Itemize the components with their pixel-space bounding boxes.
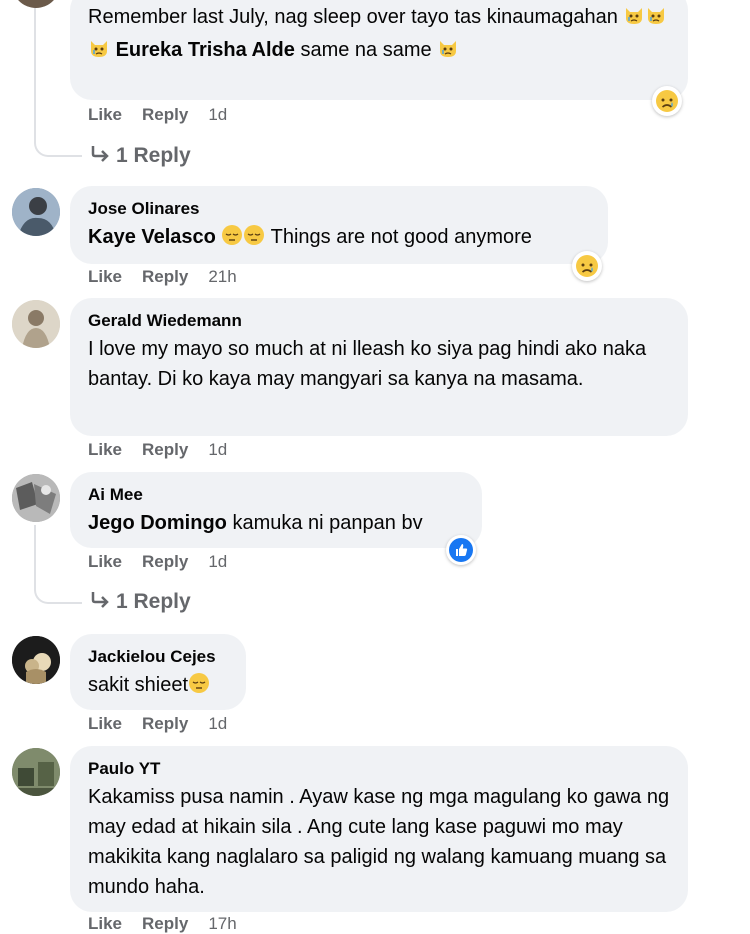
like-button[interactable]: Like: [88, 914, 122, 933]
comment-timestamp[interactable]: 1d: [208, 440, 227, 459]
crying-cat-emoji-icon: [437, 37, 459, 68]
reply-arrow-icon: [90, 590, 110, 614]
comment-actions: Like Reply 1d: [88, 105, 247, 125]
sad-reaction-icon[interactable]: [652, 86, 682, 116]
mention-link[interactable]: Jego Domingo: [88, 512, 227, 534]
avatar[interactable]: [12, 636, 60, 684]
like-button[interactable]: Like: [88, 440, 122, 459]
comment-author[interactable]: Jackielou Cejes: [88, 646, 228, 668]
comment-bubble: Remember last July, nag sleep over tayo …: [70, 0, 688, 100]
comment-bubble: Jackielou Cejes sakit shieet: [70, 634, 246, 710]
avatar[interactable]: [12, 300, 60, 348]
comment-author[interactable]: Gerald Wiedemann: [88, 310, 670, 332]
reply-arrow-icon: [90, 144, 110, 168]
comment-text: I love my mayo so much at ni lleash ko s…: [88, 338, 647, 390]
comment-author[interactable]: Jose Olinares: [88, 198, 590, 220]
reply-button[interactable]: Reply: [142, 914, 188, 933]
comment-actions: Like Reply 21h: [88, 267, 257, 287]
comment-actions: Like Reply 17h: [88, 914, 257, 934]
comment-author[interactable]: Ai Mee: [88, 484, 464, 506]
avatar[interactable]: [12, 748, 60, 796]
reply-button[interactable]: Reply: [142, 267, 188, 286]
avatar[interactable]: [12, 188, 60, 236]
comment-actions: Like Reply 1d: [88, 440, 247, 460]
comment-timestamp[interactable]: 1d: [208, 105, 227, 124]
like-button[interactable]: Like: [88, 267, 122, 286]
comment-text-part: same na same: [294, 39, 432, 61]
pensive-face-emoji-icon: [188, 672, 210, 703]
reply-button[interactable]: Reply: [142, 552, 188, 571]
comment-text: Jego Domingo kamuka ni panpan bv: [88, 508, 464, 538]
comment-bubble: Jose Olinares Kaye Velasco Things are no…: [70, 186, 608, 264]
comment-actions: Like Reply 1d: [88, 714, 247, 734]
comment-text: sakit shieet: [88, 670, 228, 703]
like-button[interactable]: Like: [88, 552, 122, 571]
pensive-face-emoji-icon: [243, 224, 265, 255]
comment-bubble: Gerald Wiedemann I love my mayo so much …: [70, 298, 688, 436]
like-reaction-icon[interactable]: [446, 535, 476, 565]
comment-actions: Like Reply 1d: [88, 552, 247, 572]
view-replies-link[interactable]: 1 Reply: [90, 590, 191, 614]
replies-count: 1 Reply: [116, 144, 191, 167]
comment-author[interactable]: Paulo YT: [88, 758, 670, 780]
crying-cat-emoji-icon: [623, 4, 645, 35]
comment-text-part: Remember last July, nag sleep over tayo …: [88, 6, 624, 28]
view-replies-link[interactable]: 1 Reply: [90, 144, 191, 168]
comment-timestamp[interactable]: 17h: [208, 914, 236, 933]
avatar[interactable]: [12, 474, 60, 522]
like-button[interactable]: Like: [88, 105, 122, 124]
comment-timestamp[interactable]: 1d: [208, 552, 227, 571]
comment-text: Kaye Velasco Things are not good anymore: [88, 222, 590, 255]
comment-bubble: Paulo YT Kakamiss pusa namin . Ayaw kase…: [70, 746, 688, 912]
mention-link[interactable]: Kaye Velasco: [88, 226, 216, 248]
crying-cat-emoji-icon: [88, 37, 110, 68]
crying-cat-emoji-icon: [645, 4, 667, 35]
pensive-face-emoji-icon: [221, 224, 243, 255]
comment-text-part: sakit shieet: [88, 674, 189, 696]
reply-button[interactable]: Reply: [142, 714, 188, 733]
like-button[interactable]: Like: [88, 714, 122, 733]
comment-timestamp[interactable]: 21h: [208, 267, 236, 286]
sad-reaction-icon[interactable]: [572, 251, 602, 281]
reply-button[interactable]: Reply: [142, 440, 188, 459]
comment-bubble: Ai Mee Jego Domingo kamuka ni panpan bv: [70, 472, 482, 548]
comment-timestamp[interactable]: 1d: [208, 714, 227, 733]
comment-text-part: Things are not good anymore: [265, 226, 532, 248]
comment-text: Kakamiss pusa namin . Ayaw kase ng mga m…: [88, 786, 670, 898]
reply-button[interactable]: Reply: [142, 105, 188, 124]
comment-text: Remember last July, nag sleep over tayo …: [88, 2, 670, 68]
mention-link[interactable]: Eureka Trisha Alde: [116, 39, 295, 61]
comment-text-part: kamuka ni panpan bv: [226, 512, 423, 534]
replies-count: 1 Reply: [116, 590, 191, 613]
